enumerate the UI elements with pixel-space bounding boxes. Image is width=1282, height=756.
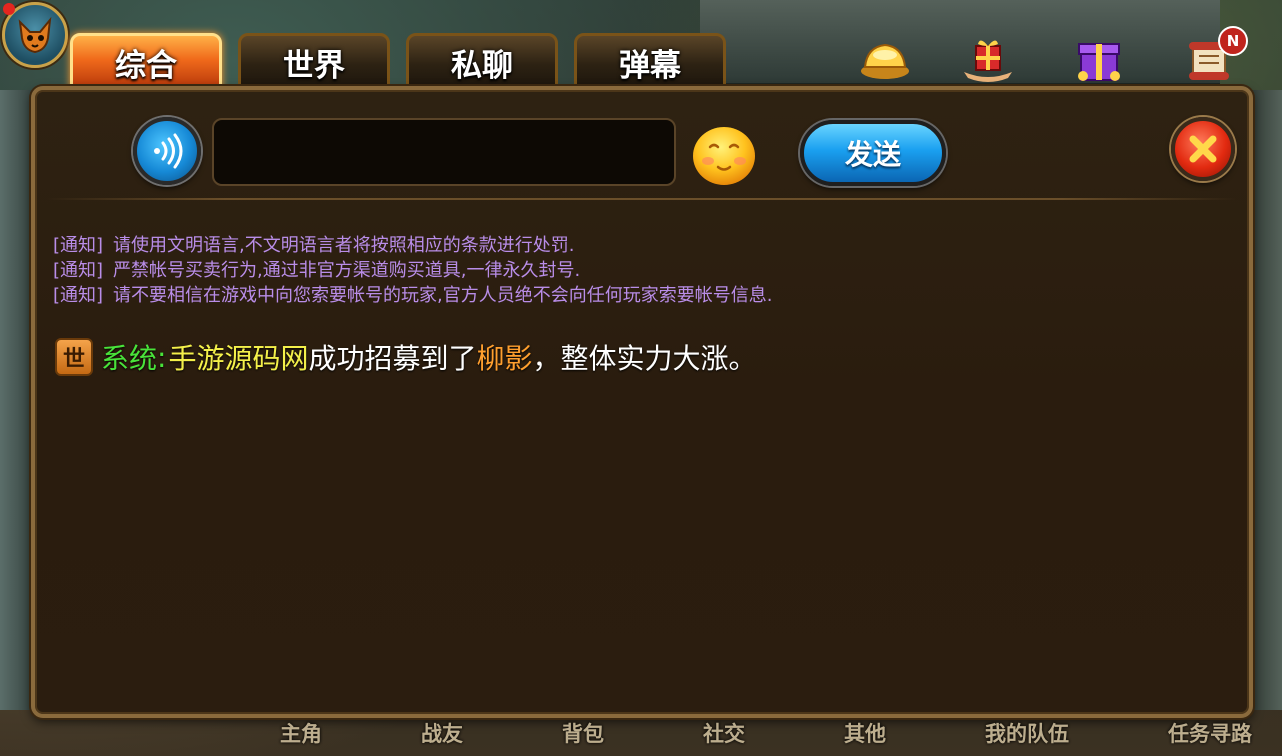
panel-divider (47, 198, 1237, 200)
notice-text: 请不要相信在游戏中向您索要帐号的玩家,官方人员绝不会向任何玩家索要帐号信息. (113, 285, 773, 306)
notice-item: [通知] 严禁帐号买卖行为,通过非官方渠道购买道具,一律永久封号. (53, 258, 1153, 283)
nav-social[interactable]: 社交 (703, 718, 745, 748)
message-text-end: ，整体实力大涨。 (532, 342, 757, 375)
background-right-wall (1248, 90, 1282, 710)
notice-text: 请使用文明语言,不文明语言者将按照相应的条款进行处罚. (113, 235, 575, 256)
player-avatar[interactable] (2, 2, 68, 68)
notice-list: [通知] 请使用文明语言,不文明语言者将按照相应的条款进行处罚. [通知] 严禁帐号… (53, 233, 1153, 308)
bottom-nav: 主角 战友 背包 社交 其他 我的队伍 任务寻路 (0, 712, 1282, 756)
nav-other[interactable]: 其他 (844, 718, 886, 748)
close-icon (1189, 135, 1217, 163)
red-dot-indicator (3, 3, 15, 15)
world-channel-badge: 世 (55, 338, 93, 376)
notice-text: 严禁帐号买卖行为,通过非官方渠道购买道具,一律永久封号. (113, 260, 581, 281)
nav-quest-path[interactable]: 任务寻路 (1168, 718, 1252, 748)
nav-hero[interactable]: 主角 (280, 718, 322, 748)
system-message: 世 系统 : 手游源码网 成功招募到了 柳影 ，整体实力大涨。 (55, 337, 757, 377)
chat-panel: 发送 [通知] 请使用文明语言,不文明语言者将按照相应的条款进行处罚. [通知] 严… (31, 86, 1253, 718)
gold-ingot-icon[interactable] (852, 30, 918, 86)
notice-tag: [通知] (53, 285, 104, 306)
send-button[interactable]: 发送 (800, 120, 946, 186)
message-text: 成功招募到了 (308, 342, 477, 375)
nav-my-team[interactable]: 我的队伍 (985, 718, 1069, 748)
gift-box-icon[interactable] (1066, 30, 1132, 86)
notice-tag: [通知] (53, 235, 104, 256)
emoji-button[interactable] (690, 123, 758, 187)
tab-barrage[interactable]: 弹幕 (574, 33, 726, 91)
system-colon: : (157, 340, 167, 374)
notice-item: [通知] 请不要相信在游戏中向您索要帐号的玩家,官方人员绝不会向任何玩家索要帐号信… (53, 283, 1153, 308)
notice-item: [通知] 请使用文明语言,不文明语言者将按照相应的条款进行处罚. (53, 233, 1153, 258)
fox-avatar-icon (18, 16, 52, 54)
notification-badge: N (1218, 26, 1248, 56)
chat-input[interactable] (212, 118, 676, 186)
notice-tag: [通知] (53, 260, 104, 281)
player-name-link[interactable]: 手游源码网 (168, 337, 308, 377)
tab-private-chat[interactable]: 私聊 (406, 33, 558, 91)
hero-name-link[interactable]: 柳影 (476, 337, 532, 377)
nav-backpack[interactable]: 背包 (562, 718, 604, 748)
nav-comrades[interactable]: 战友 (421, 718, 463, 748)
tab-general[interactable]: 综合 (70, 33, 222, 91)
voice-wave-icon (154, 133, 183, 169)
tab-world[interactable]: 世界 (238, 33, 390, 91)
smiley-face-icon (693, 127, 755, 185)
system-label: 系统 (101, 342, 158, 375)
close-button[interactable] (1171, 117, 1235, 181)
gift-hand-icon[interactable] (955, 30, 1021, 86)
voice-button[interactable] (133, 117, 201, 185)
